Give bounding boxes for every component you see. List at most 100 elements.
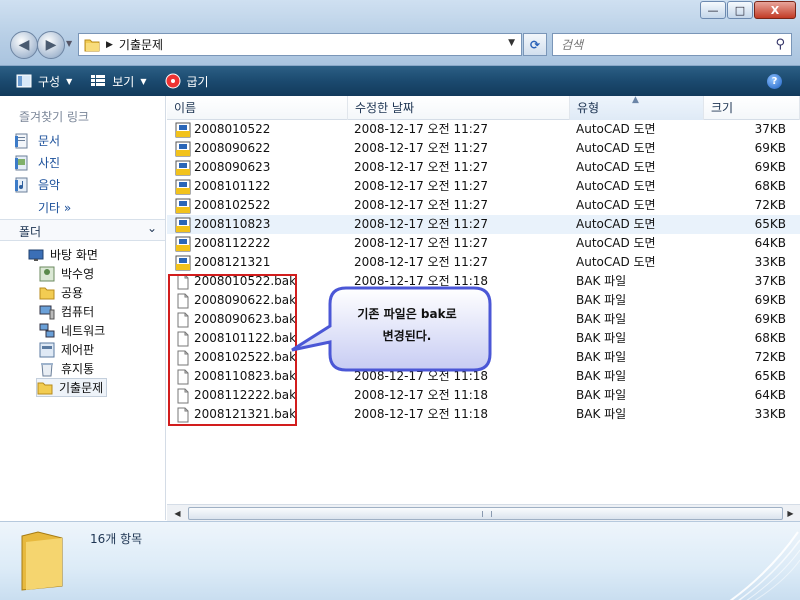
breadcrumb-current[interactable]: 기출문제 — [119, 36, 163, 53]
search-icon[interactable]: ⚲ — [775, 37, 785, 52]
horizontal-scrollbar[interactable]: ◀ ▶ — [167, 504, 800, 521]
tree-item-label: 네트워크 — [61, 324, 106, 338]
favorite-link-pictures[interactable]: 사진 — [14, 154, 60, 171]
file-row[interactable]: 2008121321.bak 2008-12-17 오전 11:18 BAK 파일 3… — [167, 405, 800, 424]
file-icon — [177, 312, 189, 327]
file-name: 2008102522 — [194, 198, 271, 212]
tree-item-control-panel[interactable]: 제어판 — [39, 341, 94, 358]
window-chrome: — □ X ◀ ▶ ▼ ▶ 기출문제 ▼ ⟳ ⚲ — [0, 0, 800, 66]
file-name-cell[interactable]: 2008010522.bak — [175, 272, 296, 291]
burn-button[interactable]: 굽기 — [163, 73, 211, 90]
tree-item-computer[interactable]: 컴퓨터 — [39, 303, 94, 320]
file-name-cell[interactable]: 2008112222 — [175, 234, 270, 253]
scroll-left-icon[interactable]: ◀ — [170, 506, 185, 521]
file-size-cell: 37KB — [754, 274, 786, 288]
autocad-drawing-icon — [175, 122, 191, 137]
file-name: 2008090623 — [194, 160, 271, 174]
refresh-icon: ⟳ — [529, 37, 541, 52]
network-icon — [39, 323, 55, 337]
search-input[interactable] — [559, 36, 776, 53]
more-links[interactable]: 기타 » — [38, 199, 71, 216]
file-row[interactable]: 2008110823.bak 2008-12-17 오전 11:18 BAK 파일 6… — [167, 367, 800, 386]
item-count: 16개 항목 — [90, 532, 143, 546]
forward-button[interactable]: ▶ — [37, 31, 65, 59]
file-name-cell[interactable]: 2008121321.bak — [175, 405, 296, 424]
file-row[interactable]: 2008101122 2008-12-17 오전 11:27 AutoCAD 도면 6… — [167, 177, 800, 196]
tree-item-user[interactable]: 박수영 — [39, 265, 94, 282]
file-name-cell[interactable]: 2008090622.bak — [175, 291, 296, 310]
views-icon — [91, 75, 106, 86]
address-bar[interactable]: ▶ 기출문제 ▼ — [78, 33, 522, 56]
file-name-cell[interactable]: 2008121321 — [175, 253, 270, 272]
file-name-cell[interactable]: 2008102522.bak — [175, 348, 296, 367]
file-row[interactable]: 2008110823 2008-12-17 오전 11:27 AutoCAD 도면 6… — [167, 215, 800, 234]
file-row[interactable]: 2008112222.bak 2008-12-17 오전 11:18 BAK 파일 6… — [167, 386, 800, 405]
file-type-cell: AutoCAD 도면 — [576, 217, 656, 231]
organize-button[interactable]: 구성 ▼ — [14, 73, 74, 90]
breadcrumb-separator-icon[interactable]: ▶ — [106, 40, 113, 50]
file-name-cell[interactable]: 2008101122.bak — [175, 329, 296, 348]
computer-icon — [39, 305, 55, 319]
back-button[interactable]: ◀ — [10, 31, 38, 59]
tree-item-label: 공용 — [61, 286, 84, 300]
refresh-button[interactable]: ⟳ — [523, 33, 547, 56]
address-dropdown-icon[interactable]: ▼ — [508, 38, 515, 48]
favorite-links-title: 즐겨찾기 링크 — [19, 110, 90, 124]
tree-item-desktop[interactable]: 바탕 화면 — [28, 246, 98, 263]
tree-item-recycle-bin[interactable]: 휴지통 — [39, 360, 94, 377]
tree-item-current-folder[interactable]: 기출문제 — [36, 378, 108, 397]
file-row[interactable]: 2008090622 2008-12-17 오전 11:27 AutoCAD 도면 6… — [167, 139, 800, 158]
scrollbar-thumb[interactable] — [188, 507, 783, 520]
file-icon — [177, 274, 189, 289]
views-button[interactable]: 보기 ▼ — [88, 73, 148, 90]
file-date-cell: 2008-12-17 오전 11:27 — [354, 122, 489, 136]
column-header-size[interactable]: 크기 — [704, 96, 800, 120]
folder-icon — [39, 287, 55, 299]
recent-pages-dropdown[interactable]: ▼ — [66, 39, 72, 48]
file-size-cell: 37KB — [754, 122, 786, 136]
file-row[interactable]: 2008090623 2008-12-17 오전 11:27 AutoCAD 도면 6… — [167, 158, 800, 177]
chevron-down-icon: ▼ — [66, 76, 73, 86]
favorite-link-documents[interactable]: 문서 — [14, 132, 60, 149]
tree-item-network[interactable]: 네트워크 — [39, 322, 105, 339]
file-type-cell: BAK 파일 — [576, 350, 627, 364]
column-header-row: 이름 수정한 날짜 유형 크기 — [167, 96, 800, 120]
file-row[interactable]: 2008010522.bak 2008-12-17 오전 11:18 BAK 파일 3… — [167, 272, 800, 291]
file-name-cell[interactable]: 2008090623 — [175, 158, 270, 177]
file-name-cell[interactable]: 2008090623.bak — [175, 310, 296, 329]
file-size-cell: 65KB — [754, 217, 786, 231]
autocad-drawing-icon — [175, 179, 191, 194]
help-icon[interactable]: ? — [767, 74, 782, 89]
file-list: 이름 수정한 날짜 유형 크기 2008010522 2008-12-17 오전 … — [167, 96, 800, 506]
file-row[interactable]: 2008112222 2008-12-17 오전 11:27 AutoCAD 도면 6… — [167, 234, 800, 253]
file-name: 2008090623.bak — [194, 312, 297, 326]
file-name-cell[interactable]: 2008110823.bak — [175, 367, 296, 386]
scroll-right-icon[interactable]: ▶ — [783, 506, 798, 521]
file-row[interactable]: 2008102522.bak 2008-12-17 오전 11:18 BAK 파일 7… — [167, 348, 800, 367]
file-name-cell[interactable]: 2008101122 — [175, 177, 270, 196]
file-name-cell[interactable]: 2008102522 — [175, 196, 270, 215]
maximize-button[interactable]: □ — [727, 1, 753, 19]
file-row[interactable]: 2008010522 2008-12-17 오전 11:27 AutoCAD 도면 3… — [167, 120, 800, 139]
folders-header[interactable]: 폴더 ⌄ — [0, 219, 165, 241]
file-icon — [177, 388, 189, 403]
file-date-cell: 2008-12-17 오전 11:27 — [354, 255, 489, 269]
minimize-button[interactable]: — — [700, 1, 726, 19]
close-button[interactable]: X — [754, 1, 796, 19]
file-name: 2008010522.bak — [194, 274, 297, 288]
favorite-link-label: 문서 — [38, 134, 61, 148]
chevron-down-icon: ▼ — [140, 76, 147, 86]
tree-item-public[interactable]: 공용 — [39, 284, 83, 301]
file-row[interactable]: 2008102522 2008-12-17 오전 11:27 AutoCAD 도면 7… — [167, 196, 800, 215]
file-name-cell[interactable]: 2008112222.bak — [175, 386, 296, 405]
column-header-date[interactable]: 수정한 날짜 — [348, 96, 570, 120]
file-date-cell: 2008-12-17 오전 11:27 — [354, 160, 489, 174]
file-name-cell[interactable]: 2008090622 — [175, 139, 270, 158]
column-header-name[interactable]: 이름 — [167, 96, 348, 120]
file-size-cell: 65KB — [754, 369, 786, 383]
file-name-cell[interactable]: 2008110823 — [175, 215, 270, 234]
file-name-cell[interactable]: 2008010522 — [175, 120, 270, 139]
file-row[interactable]: 2008121321 2008-12-17 오전 11:27 AutoCAD 도면 3… — [167, 253, 800, 272]
organize-label: 구성 — [38, 74, 61, 89]
favorite-link-music[interactable]: 음악 — [14, 176, 60, 193]
